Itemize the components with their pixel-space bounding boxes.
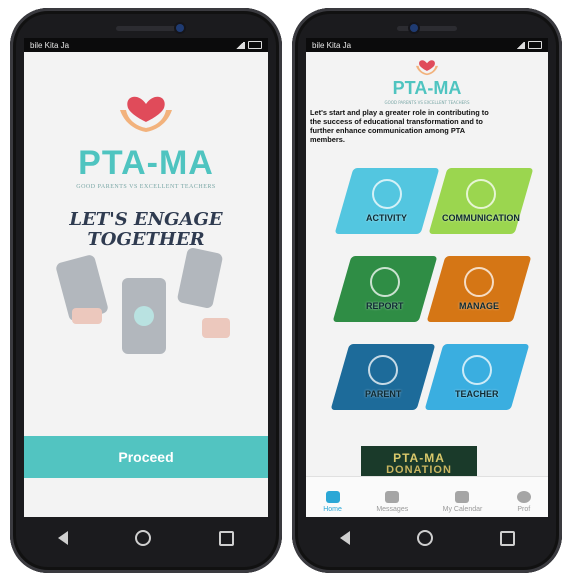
battery-icon <box>528 41 542 49</box>
tab-label: Prof <box>517 506 531 513</box>
speaker-grille <box>397 26 457 31</box>
gear-icon <box>464 267 494 297</box>
tagline-line-1: LET'S ENGAGE <box>69 209 223 230</box>
tile-label: REPORT <box>366 301 404 311</box>
status-icons <box>235 41 262 49</box>
chip-icon <box>465 179 496 209</box>
barcode-search-icon <box>369 267 400 297</box>
messages-icon <box>385 491 400 503</box>
parent-tile[interactable]: PARENT <box>330 344 436 410</box>
tile-label: PARENT <box>364 389 402 399</box>
manage-tile[interactable]: MANAGE <box>426 256 532 322</box>
communication-tile[interactable]: COMMUNICATION <box>428 168 534 234</box>
parent-checklist-icon <box>368 355 398 385</box>
home-icon <box>325 491 340 503</box>
signal-icon <box>515 41 525 49</box>
tab-profile[interactable]: Prof <box>516 491 531 513</box>
recents-icon[interactable] <box>499 530 515 546</box>
tab-home[interactable]: Home <box>323 491 342 513</box>
camera-icon <box>410 24 418 32</box>
brand-subtitle: GOOD PARENTS VS EXCELLENT TEACHERS <box>76 184 216 190</box>
teacher-board-icon <box>461 355 492 385</box>
donation-line-1: PTA-MA <box>393 451 445 465</box>
tile-label: MANAGE <box>459 301 499 311</box>
tile-label: ACTIVITY <box>366 213 408 223</box>
tab-messages[interactable]: Messages <box>376 491 408 513</box>
heart-hands-logo-icon <box>416 60 438 76</box>
status-bar: bile Kita Ja <box>24 38 268 52</box>
report-tile[interactable]: REPORT <box>332 256 438 322</box>
status-icons <box>515 41 542 49</box>
intro-text: Let's start and play a greater role in c… <box>310 108 489 144</box>
home-circle-icon[interactable] <box>416 530 433 546</box>
tile-label: COMMUNICATION <box>442 213 520 223</box>
teacher-tile[interactable]: TEACHER <box>424 344 530 410</box>
android-nav-bar <box>306 519 548 557</box>
splash-screen: bile Kita Ja PTA-MA GOOD PARENTS VS EXCE… <box>24 38 268 517</box>
tab-my-calendar[interactable]: My Calendar <box>442 491 483 513</box>
brand-subtitle: GOOD PARENTS VS EXCELLENT TEACHERS <box>384 100 470 105</box>
tile-label: TEACHER <box>455 389 499 399</box>
tab-label: Home <box>323 506 342 513</box>
back-icon[interactable] <box>57 531 68 545</box>
profile-icon <box>516 491 531 503</box>
status-bar: bile Kita Ja <box>306 38 548 52</box>
tab-label: My Calendar <box>442 506 483 513</box>
activity-tile[interactable]: ACTIVITY <box>334 168 440 234</box>
signal-icon <box>235 41 245 49</box>
home-circle-icon[interactable] <box>135 530 152 546</box>
proceed-button[interactable]: Proceed <box>24 436 268 478</box>
right-phone-frame: bile Kita Ja PTA-MA GOOD PARENTS VS EXCE… <box>292 8 562 573</box>
heart-hands-logo-icon <box>120 96 172 132</box>
left-phone-frame: bile Kita Ja PTA-MA GOOD PARENTS VS EXCE… <box>10 8 282 573</box>
donation-line-2: DONATION <box>386 464 452 476</box>
home-screen: bile Kita Ja PTA-MA GOOD PARENTS VS EXCE… <box>306 38 548 517</box>
camera-icon <box>176 24 184 32</box>
carrier-text: bile Kita Ja <box>30 40 70 50</box>
brand-title: PTA-MA <box>392 78 462 98</box>
bottom-tab-bar: Home Messages My Calendar Prof <box>306 476 548 517</box>
android-nav-bar <box>24 519 268 557</box>
tab-label: Messages <box>376 506 409 513</box>
recents-icon[interactable] <box>219 530 235 546</box>
brand-title: PTA-MA <box>78 144 214 182</box>
calendar-icon <box>455 491 470 503</box>
battery-icon <box>248 41 262 49</box>
speaker-grille <box>116 26 176 31</box>
carrier-text: bile Kita Ja <box>312 40 352 50</box>
back-icon[interactable] <box>339 531 350 545</box>
target-icon <box>371 179 402 209</box>
phones-illustration-icon <box>56 247 230 354</box>
